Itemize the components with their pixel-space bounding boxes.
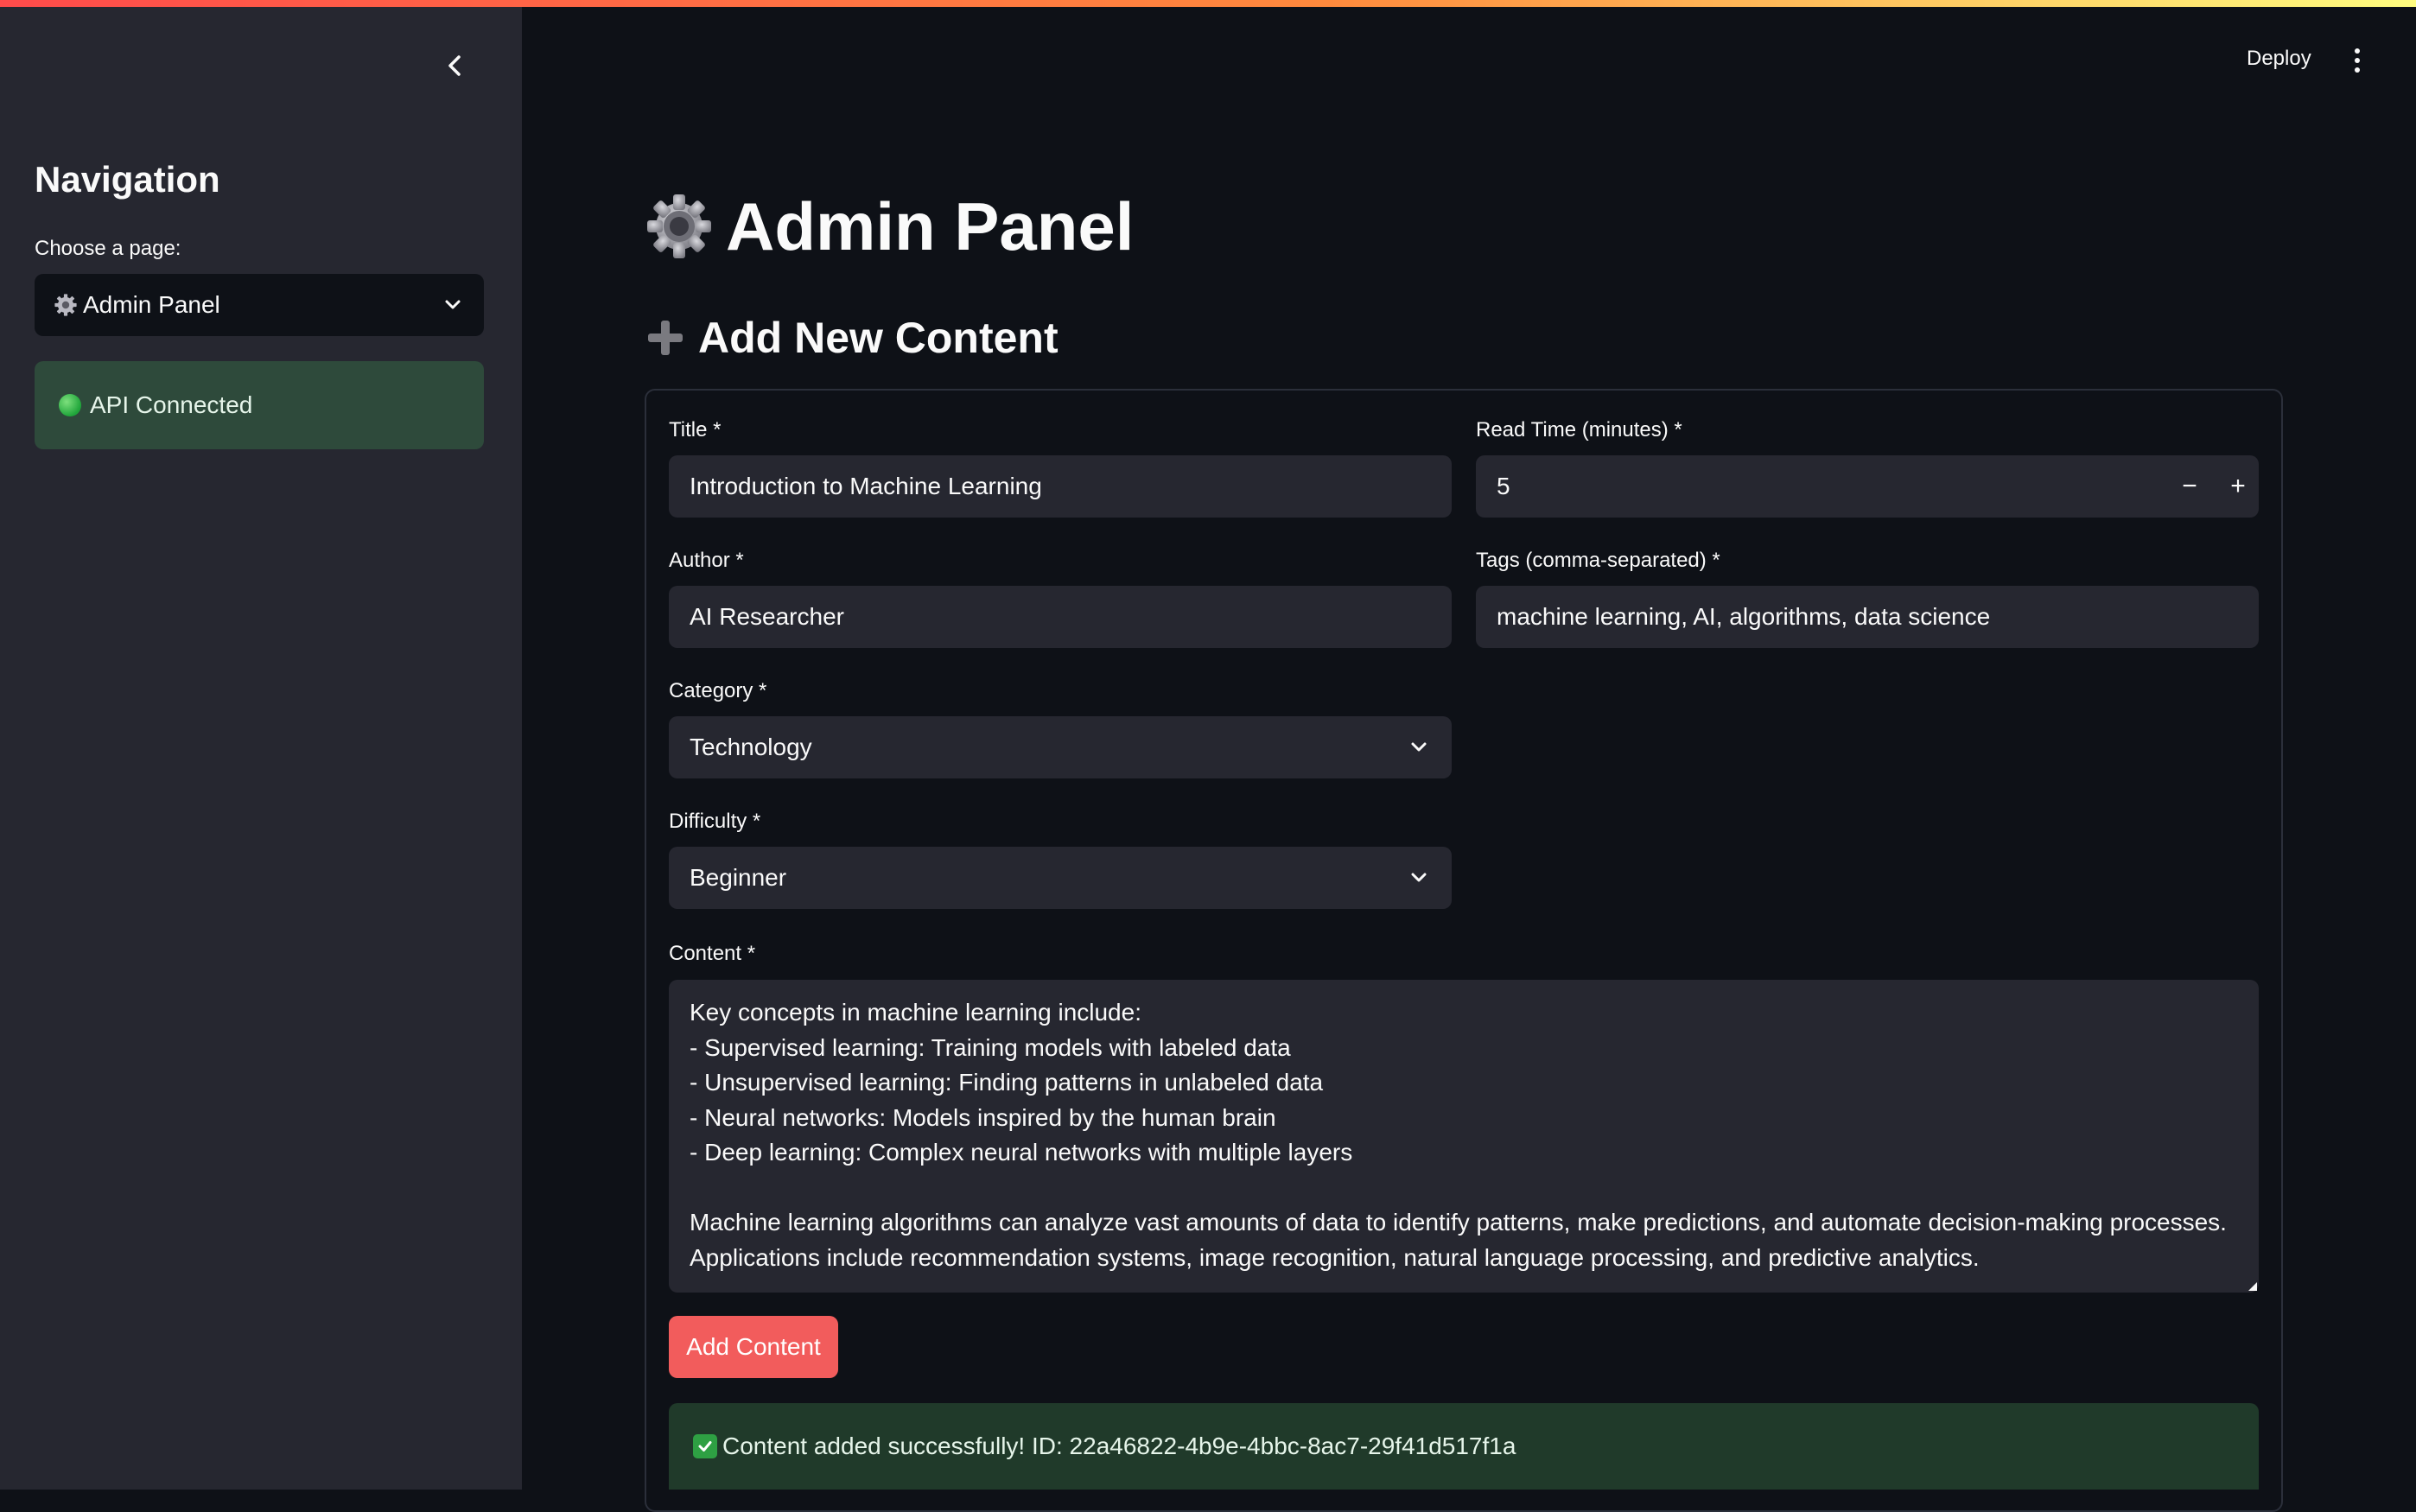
author-input-value: AI Researcher (690, 603, 844, 630)
page-select-label: Choose a page: (35, 237, 181, 260)
title-input[interactable]: Introduction to Machine Learning (669, 455, 1452, 518)
success-message: Content added successfully! ID: 22a46822… (722, 1433, 1516, 1459)
sidebar-collapse-button[interactable] (437, 48, 472, 83)
section-title: Add New Content (648, 309, 1059, 366)
title-input-value: Introduction to Machine Learning (690, 473, 1042, 499)
add-content-form (645, 389, 2283, 1512)
page-select[interactable]: Admin Panel (35, 274, 484, 336)
category-select[interactable]: Technology (669, 716, 1452, 778)
category-select-value: Technology (690, 734, 812, 760)
category-label: Category * (669, 679, 767, 702)
sidebar-title: Navigation (35, 159, 220, 200)
decrement-button[interactable]: − (2165, 455, 2214, 518)
title-label: Title * (669, 418, 722, 442)
green-circle-icon (59, 394, 81, 416)
deploy-button[interactable]: Deploy (2247, 47, 2311, 71)
chevron-down-icon (1411, 873, 1427, 882)
check-icon (693, 1434, 717, 1458)
section-title-text: Add New Content (698, 314, 1059, 362)
sidebar: Navigation Choose a page: Admin Panel AP… (0, 0, 522, 1490)
difficulty-select-value: Beginner (690, 864, 787, 891)
page-select-value: Admin Panel (83, 291, 220, 318)
resize-grip-icon[interactable] (2247, 1280, 2257, 1291)
read-time-label: Read Time (minutes) * (1476, 418, 1682, 442)
content-label: Content * (669, 942, 756, 965)
content-textarea[interactable]: Key concepts in machine learning include… (669, 980, 2259, 1293)
increment-button[interactable]: + (2214, 455, 2262, 518)
chevron-down-icon (445, 300, 461, 309)
difficulty-label: Difficulty * (669, 810, 761, 833)
tags-label: Tags (comma-separated) * (1476, 549, 1720, 572)
difficulty-select[interactable]: Beginner (669, 847, 1452, 909)
success-alert: Content added successfully! ID: 22a46822… (669, 1403, 2259, 1490)
tags-input-value: machine learning, AI, algorithms, data s… (1497, 603, 1991, 630)
read-time-value: 5 (1497, 473, 1510, 499)
api-status-text: API Connected (90, 391, 253, 418)
author-input[interactable]: AI Researcher (669, 586, 1452, 648)
author-label: Author * (669, 549, 744, 572)
top-accent-bar (0, 0, 2416, 7)
gear-icon (54, 294, 77, 316)
plus-icon (648, 321, 683, 355)
chevron-down-icon (1411, 742, 1427, 752)
gear-icon (647, 194, 711, 258)
add-content-button[interactable]: Add Content (669, 1316, 838, 1378)
api-status-badge: API Connected (35, 361, 484, 449)
kebab-menu-icon[interactable] (2349, 45, 2366, 76)
tags-input[interactable]: machine learning, AI, algorithms, data s… (1476, 586, 2259, 648)
chevron-left-icon (448, 55, 461, 76)
read-time-stepper[interactable]: 5 − + (1476, 455, 2259, 518)
page-title: Admin Panel (645, 185, 1134, 268)
page-title-text: Admin Panel (726, 187, 1135, 264)
